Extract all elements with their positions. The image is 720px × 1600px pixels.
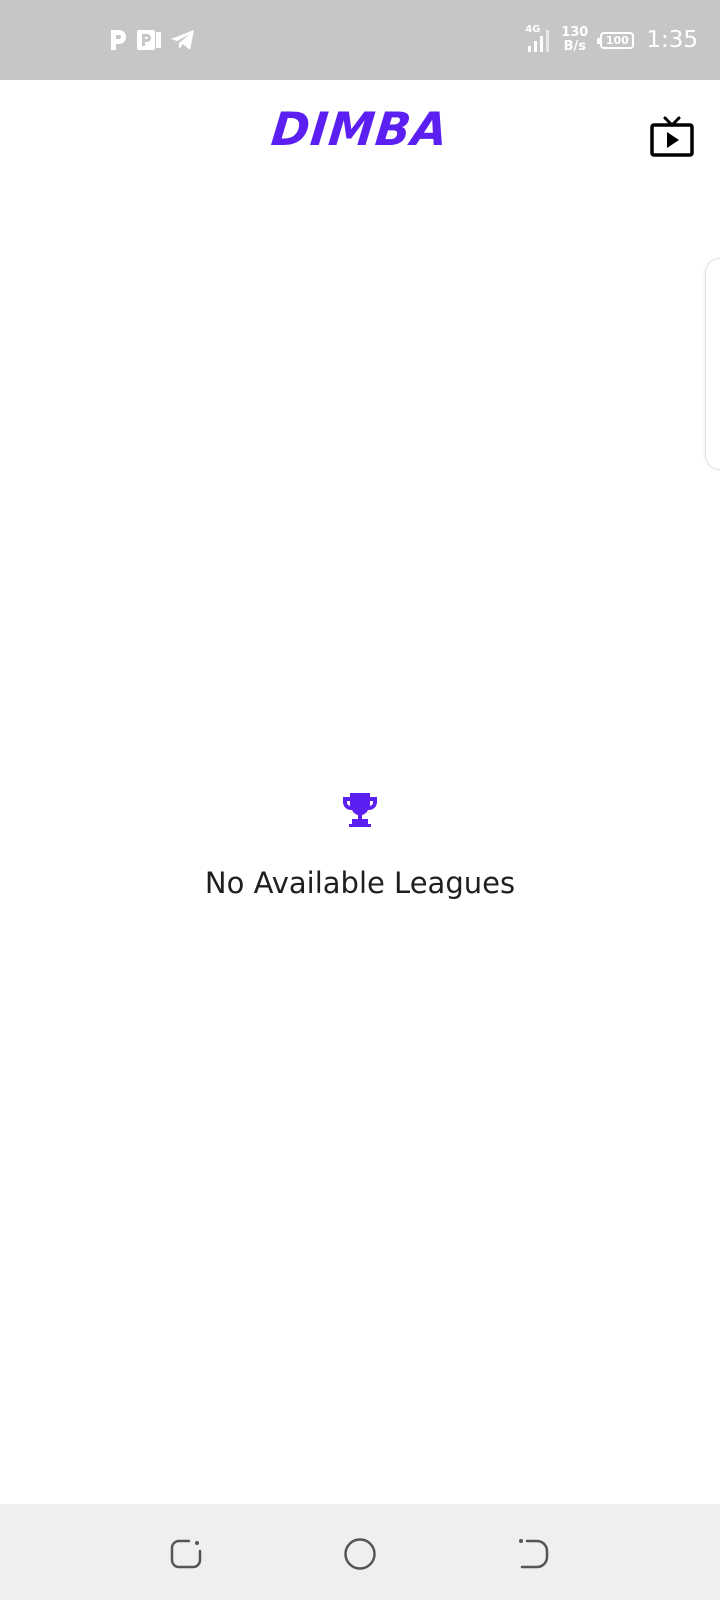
telegram-icon	[170, 28, 196, 52]
home-button[interactable]	[340, 1534, 380, 1574]
screen: 4G 130 B/s 100 1:35 DIMBA No Available L…	[0, 0, 720, 1600]
network-speed: 130 B/s	[561, 26, 588, 54]
live-tv-button[interactable]	[648, 114, 696, 160]
battery-icon: 100	[597, 31, 635, 49]
app-bar: DIMBA	[0, 80, 720, 184]
empty-state-message: No Available Leagues	[204, 866, 516, 900]
recent-apps-button[interactable]	[166, 1534, 206, 1574]
network-type: 4G	[525, 24, 541, 35]
parking-app-icon	[136, 28, 162, 52]
status-time: 1:35	[646, 27, 698, 53]
p-app-icon	[108, 28, 128, 52]
live-tv-icon	[649, 115, 695, 159]
system-status-icons: 4G 130 B/s 100 1:35	[525, 22, 698, 58]
recent-apps-icon	[169, 1537, 203, 1571]
notification-icons	[108, 26, 196, 54]
app-logo: DIMBA	[268, 102, 452, 156]
empty-state: No Available Leagues	[0, 790, 720, 900]
trophy-icon	[340, 790, 380, 830]
edge-panel-handle[interactable]	[705, 258, 720, 470]
network-speed-value: 130	[561, 25, 589, 40]
signal-icon: 4G	[525, 24, 553, 54]
back-icon	[517, 1537, 551, 1571]
navigation-bar	[0, 1504, 720, 1600]
home-icon	[342, 1536, 378, 1572]
network-speed-unit: B/s	[563, 39, 586, 54]
battery-level: 100	[605, 33, 629, 47]
back-button[interactable]	[514, 1534, 554, 1574]
status-bar: 4G 130 B/s 100 1:35	[0, 0, 720, 80]
